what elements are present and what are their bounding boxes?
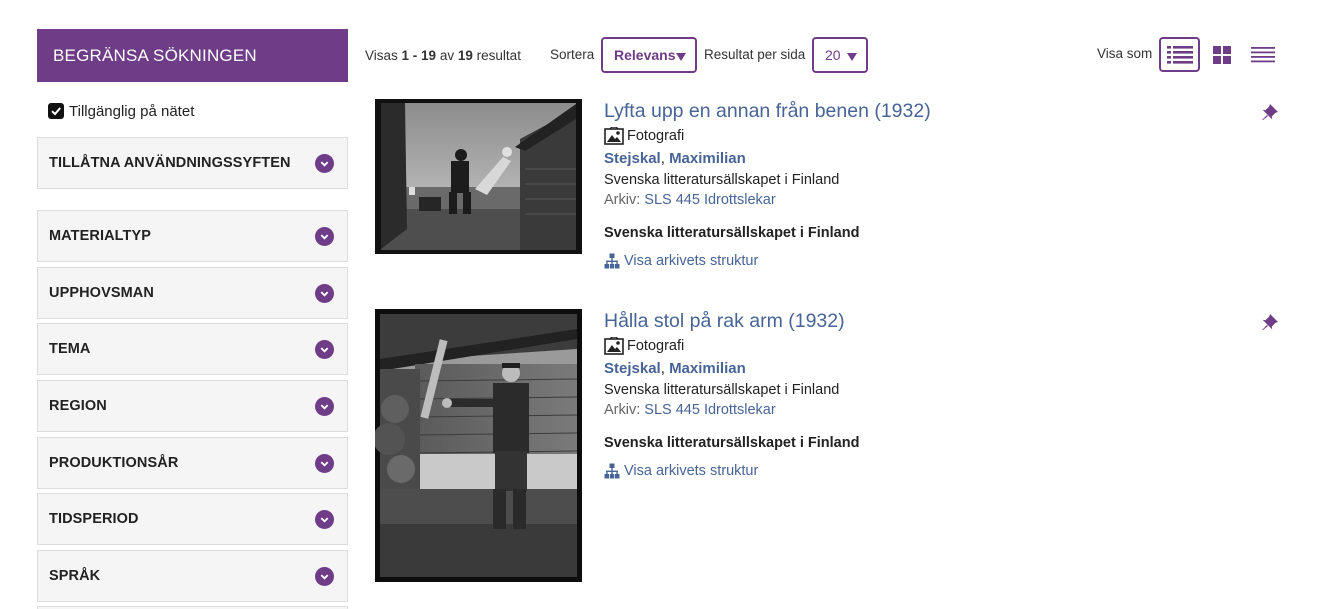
caret-down-icon (847, 53, 857, 61)
chevron-down-icon (315, 153, 334, 173)
grid-view-icon (1212, 45, 1231, 64)
archive-link[interactable]: SLS 445 Idrottslekar (644, 192, 775, 208)
creator-last-name-link[interactable]: Stejskal (604, 150, 661, 167)
sidebar-title: BEGRÄNSA SÖKNINGEN (53, 45, 257, 65)
archive-prefix: Arkiv: (604, 402, 641, 418)
chevron-down-icon (315, 339, 334, 359)
pin-icon[interactable] (1261, 313, 1279, 331)
facet-time-period[interactable]: TIDSPERIOD (37, 493, 348, 545)
facet-creator[interactable]: UPPHOVSMAN (37, 267, 348, 319)
result-organization-bold: Svenska litteratursällskapet i Finland (604, 225, 860, 241)
grid-view-button[interactable] (1201, 37, 1242, 72)
facet-language[interactable]: SPRÅK (37, 550, 348, 602)
facet-label: UPPHOVSMAN (49, 285, 154, 301)
facet-label: SPRÅK (49, 568, 101, 584)
photo-thumbnail-image (375, 99, 582, 254)
result-thumbnail[interactable] (375, 99, 582, 254)
per-page-select-value: 20 (825, 47, 841, 63)
facet-label: REGION (49, 398, 107, 414)
of-word: av (439, 48, 455, 63)
facet-label: TILLÅTNA ANVÄNDNINGSSYFTEN (49, 155, 291, 171)
creator-last-name-link[interactable]: Stejskal (604, 360, 661, 377)
result-organization: Svenska litteratursällskapet i Finland (604, 382, 840, 398)
results-word: resultat (476, 48, 521, 63)
chevron-down-icon (315, 396, 334, 416)
list-view-button[interactable] (1159, 37, 1200, 72)
archive-link[interactable]: SLS 445 Idrottslekar (644, 402, 775, 418)
result-organization: Svenska litteratursällskapet i Finland (604, 172, 840, 188)
archive-structure-label: Visa arkivets struktur (624, 253, 759, 269)
results-toolbar: Visas 1 - 19 av 19 resultat Sortera Rele… (364, 37, 1319, 73)
result-count: Visas 1 - 19 av 19 resultat (365, 48, 521, 63)
chevron-down-icon (315, 453, 334, 473)
facet-label: TEMA (49, 341, 91, 357)
archive-prefix: Arkiv: (604, 192, 641, 208)
online-checkbox[interactable] (48, 103, 64, 119)
creator-first-name-link[interactable]: Maximilian (669, 150, 746, 167)
filter-sidebar: BEGRÄNSA SÖKNINGEN Tillgänglig på nätet … (37, 29, 348, 609)
chevron-down-icon (315, 226, 334, 246)
photo-icon (604, 127, 624, 145)
archive-structure-link[interactable]: Visa arkivets struktur (604, 463, 1204, 479)
result-archive: Arkiv: SLS 445 Idrottslekar (604, 190, 1204, 210)
check-icon (51, 107, 61, 116)
facet-region[interactable]: REGION (37, 380, 348, 432)
result-range: 1 - 19 (401, 48, 437, 63)
result-creator: Stejskal, Maximilian (604, 359, 1204, 379)
view-as-label: Visa som (1097, 46, 1153, 61)
facet-material-type[interactable]: MATERIALTYP (37, 210, 348, 262)
photo-thumbnail-image (375, 309, 582, 582)
result-type: Fotografi (604, 126, 1204, 146)
chevron-down-icon (315, 566, 334, 586)
creator-separator: , (660, 360, 670, 377)
result-title-link[interactable]: Lyfta upp en annan från benen (1932) (604, 99, 1204, 123)
archive-structure-label: Visa arkivets struktur (624, 463, 759, 479)
result-type: Fotografi (604, 336, 1204, 356)
result-type-label: Fotografi (627, 128, 685, 144)
per-page-label: Resultat per sida (704, 47, 806, 62)
facet-usage-purposes[interactable]: TILLÅTNA ANVÄNDNINGSSYFTEN (37, 137, 348, 189)
result-info: Lyfta upp en annan från benen (1932) Fot… (604, 99, 1204, 269)
online-available-filter[interactable]: Tillgänglig på nätet (48, 101, 348, 121)
sort-label: Sortera (550, 47, 595, 62)
pin-icon[interactable] (1261, 103, 1279, 121)
archive-structure-link[interactable]: Visa arkivets struktur (604, 253, 1204, 269)
chevron-down-icon (315, 509, 334, 529)
facet-label: PRODUKTIONSÅR (49, 455, 179, 471)
showing-prefix: Visas (365, 48, 398, 63)
result-creator: Stejskal, Maximilian (604, 149, 1204, 169)
facet-label: TIDSPERIOD (49, 511, 139, 527)
sidebar-header: BEGRÄNSA SÖKNINGEN (37, 29, 348, 82)
result-total: 19 (457, 48, 473, 63)
list-view-icon (1166, 45, 1193, 64)
facet-theme[interactable]: TEMA (37, 323, 348, 375)
sort-select[interactable]: Relevans (601, 37, 697, 73)
online-checkbox-label: Tillgänglig på nätet (69, 102, 195, 120)
facet-label: MATERIALTYP (49, 228, 152, 244)
creator-first-name-link[interactable]: Maximilian (669, 360, 746, 377)
result-info: Hålla stol på rak arm (1932) Fotografi S… (604, 309, 1204, 479)
caret-down-icon (676, 53, 686, 61)
result-type-label: Fotografi (627, 338, 685, 354)
hierarchy-icon (604, 463, 620, 479)
result-organization-bold: Svenska litteratursällskapet i Finland (604, 435, 860, 451)
photo-icon (604, 337, 624, 355)
chevron-down-icon (315, 283, 334, 303)
compact-view-button[interactable] (1242, 37, 1283, 72)
result-title-link[interactable]: Hålla stol på rak arm (1932) (604, 309, 1204, 333)
per-page-select[interactable]: 20 (812, 37, 868, 73)
facet-production-year[interactable]: PRODUKTIONSÅR (37, 437, 348, 489)
creator-separator: , (660, 150, 670, 167)
result-archive: Arkiv: SLS 445 Idrottslekar (604, 400, 1204, 420)
hierarchy-icon (604, 253, 620, 269)
compact-view-icon (1250, 46, 1275, 62)
result-thumbnail[interactable] (375, 309, 582, 582)
sort-select-value: Relevans (614, 47, 676, 63)
